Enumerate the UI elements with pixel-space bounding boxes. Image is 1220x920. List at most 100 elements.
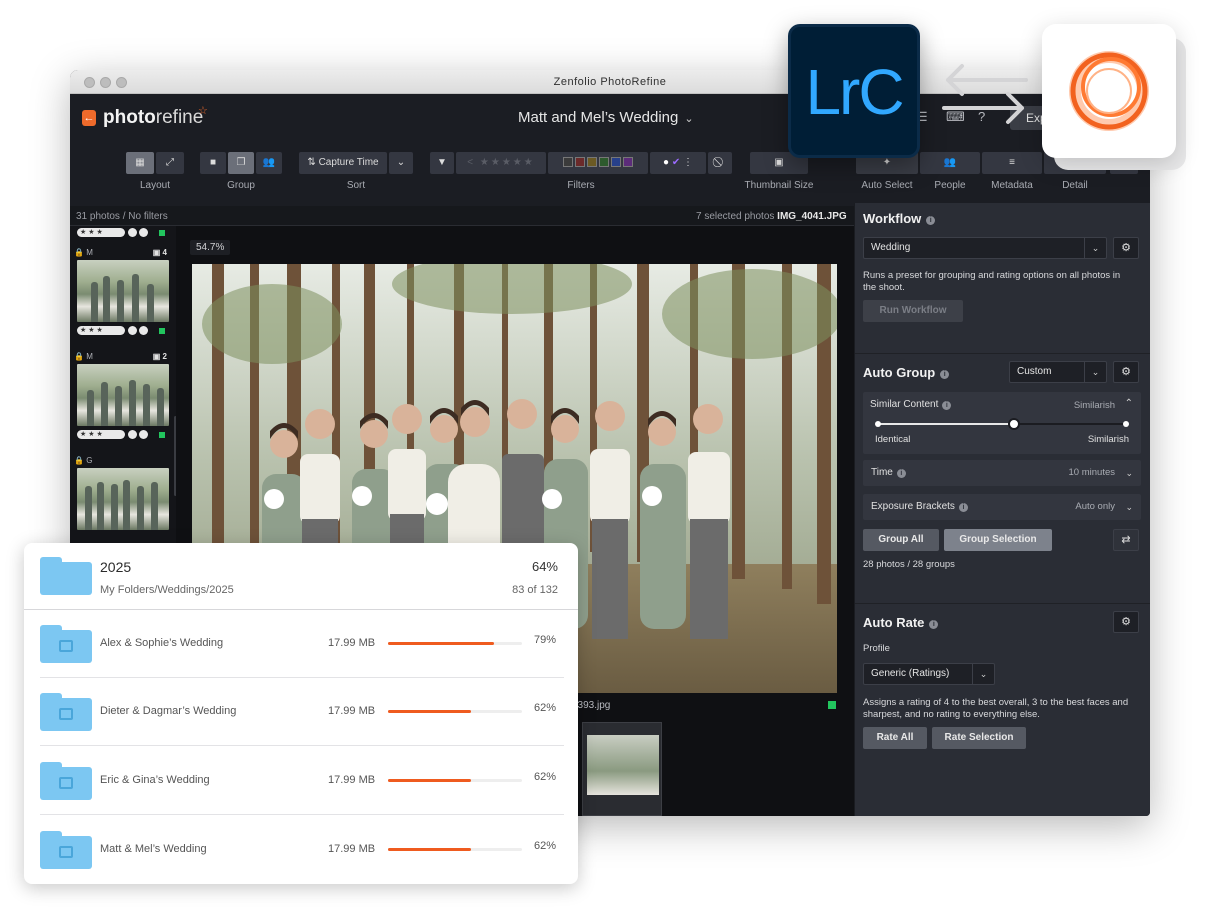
color-label-filter[interactable] (548, 152, 648, 174)
flag-dot[interactable] (139, 430, 148, 439)
progress-bar (388, 642, 522, 645)
shoot-selector[interactable]: Matt and Mel’s Wedding ⌄ (518, 109, 694, 126)
chevron-down-icon: ⌄ (972, 664, 994, 684)
folder-size: 17.99 MB (328, 637, 376, 649)
flag-dot[interactable] (139, 326, 148, 335)
list-item[interactable]: Alex & Sophie’s Wedding 17.99 MB 79% (24, 610, 578, 678)
viewer-thumbnail[interactable] (582, 722, 662, 816)
group-stack-button[interactable]: ❐ (228, 152, 254, 174)
list-item[interactable]: Matt & Mel’s Wedding 17.99 MB 62% (24, 816, 578, 884)
sort-select[interactable]: ⇅ Capture Time (299, 152, 387, 174)
grid-icon: ▦ (135, 157, 145, 168)
progress-percent: 62% (534, 771, 557, 783)
group-single-button[interactable]: ■ (200, 152, 226, 174)
slider-min-dot (875, 421, 881, 427)
swatch-blue[interactable] (611, 157, 621, 168)
lock-icon: 🔒 (74, 248, 84, 257)
grid-view-button[interactable]: ▦ (126, 152, 154, 174)
chevron-down-icon: ⌄ (396, 157, 406, 168)
group-selection-button[interactable]: Group Selection (944, 529, 1052, 551)
exposure-brackets-row[interactable]: Exposure Brackets i Auto only ⌄ (863, 494, 1141, 520)
similarity-slider-handle[interactable] (1008, 418, 1021, 430)
star-filter[interactable]: < ★★★★★ (456, 152, 546, 174)
info-icon[interactable]: i (929, 620, 939, 629)
flag-dot[interactable] (128, 326, 137, 335)
film-cell[interactable]: 🔒 M ▣ 4 ★ ★ ★ (74, 246, 171, 338)
info-icon[interactable]: i (940, 370, 950, 379)
info-icon[interactable]: i (942, 401, 952, 410)
group-all-button[interactable]: Group All (863, 529, 939, 551)
workflow-preset-select[interactable]: Wedding ⌄ (863, 237, 1107, 259)
flag-dot[interactable] (128, 228, 137, 237)
thumbnail-image[interactable] (77, 260, 169, 322)
current-filename: IMG_4041.JPG (777, 211, 847, 222)
swatch-green[interactable] (599, 157, 609, 168)
filters-label: Filters (567, 180, 595, 191)
group-people-button[interactable]: 👥 (256, 152, 282, 174)
square-icon: ■ (209, 157, 217, 168)
lock-icon: 🔒 (74, 352, 84, 361)
rating-pill[interactable]: ★ ★ ★ (77, 228, 125, 237)
swatch-red[interactable] (575, 157, 585, 168)
flag-dot[interactable] (128, 430, 137, 439)
film-cell-header: 🔒 M ▣ 4 (74, 246, 171, 260)
workflow-description: Runs a preset for grouping and rating op… (863, 270, 1121, 293)
time-value: 10 minutes (1068, 467, 1115, 478)
swatch-yellow[interactable] (587, 157, 597, 168)
info-icon[interactable]: i (926, 216, 936, 225)
chevron-up-icon[interactable]: ⌃ (1125, 398, 1133, 409)
clear-filter-button[interactable]: ⃠ (708, 152, 732, 174)
zoom-level[interactable]: 54.7% (190, 240, 231, 255)
folder-card-header[interactable]: 2025 My Folders/Weddings/2025 64% 83 of … (24, 543, 578, 610)
rating-pill[interactable]: ★ ★ ★ (77, 430, 125, 439)
folder-icon (40, 557, 92, 595)
selected-count: 7 selected photos (696, 211, 775, 222)
stack-count-value: 4 (162, 248, 167, 257)
thumbnail-image[interactable] (77, 364, 169, 426)
fullscreen-view-button[interactable]: ⤢ (156, 152, 184, 174)
folder-name: Alex & Sophie’s Wedding (100, 637, 224, 649)
film-cell[interactable]: 🔒 G (74, 454, 171, 530)
auto-group-preset-select[interactable]: Custom ⌄ (1009, 361, 1107, 383)
auto-group-settings-button[interactable]: ⚙ (1113, 361, 1139, 383)
sort-dropdown-button[interactable]: ⌄ (389, 152, 413, 174)
exposure-brackets-label: Exposure Brackets (871, 501, 955, 512)
list-icon: ≡ (1009, 157, 1015, 168)
rate-all-button[interactable]: Rate All (863, 727, 927, 749)
similarity-slider-track[interactable] (875, 418, 1129, 430)
tab-people[interactable]: 👥 (920, 152, 980, 174)
workflow-title: Workflow i (863, 211, 1141, 226)
film-cell[interactable]: 🔒 M ▣ 2 ★ ★ ★ (74, 350, 171, 442)
info-icon[interactable]: i (958, 503, 968, 512)
back-arrow-icon[interactable]: ← (82, 110, 96, 126)
film-top-rating: ★ ★ ★ (74, 226, 171, 240)
status-green-square (159, 432, 165, 438)
regroup-button[interactable]: ⇄ (1113, 529, 1139, 551)
lrc-logo-text: LrC (805, 56, 904, 128)
profile-value: Generic (Ratings) (871, 668, 950, 679)
list-item[interactable]: Dieter & Dagmar’s Wedding 17.99 MB 62% (24, 678, 578, 746)
run-workflow-button[interactable]: Run Workflow (863, 300, 963, 322)
chevron-down-icon: ⌄ (1125, 502, 1133, 512)
flag-filter[interactable]: ● ✔ ⋮ (650, 152, 706, 174)
flag-dot[interactable] (139, 228, 148, 237)
rate-selection-button[interactable]: Rate Selection (932, 727, 1026, 749)
profile-select[interactable]: Generic (Ratings) ⌄ (863, 663, 995, 685)
photo-count: 31 photos / No filters (76, 211, 168, 222)
stage: Zenfolio PhotoRefine ← photorefine ☆ Mat… (0, 0, 1220, 920)
folder-progress-card: 2025 My Folders/Weddings/2025 64% 83 of … (24, 543, 578, 884)
image-folder-icon (40, 762, 92, 800)
info-icon[interactable]: i (896, 469, 906, 478)
list-item[interactable]: Eric & Gina’s Wedding 17.99 MB 62% (24, 747, 578, 815)
swatch-gray[interactable] (563, 157, 573, 168)
tab-metadata[interactable]: ≡ (982, 152, 1042, 174)
time-row[interactable]: Time i 10 minutes ⌄ (863, 460, 1141, 486)
workflow-settings-button[interactable]: ⚙ (1113, 237, 1139, 259)
filter-button[interactable]: ▼ (430, 152, 454, 174)
rating-pill[interactable]: ★ ★ ★ (77, 326, 125, 335)
swatch-purple[interactable] (623, 157, 633, 168)
auto-rate-description: Assigns a rating of 4 to the best overal… (863, 697, 1129, 720)
toolbar: ▦ ⤢ Layout ■ ❐ 👥 Group ⇅ Capture Time ⌄ … (70, 144, 1150, 206)
auto-rate-settings-button[interactable]: ⚙ (1113, 611, 1139, 633)
thumbnail-image[interactable] (77, 468, 169, 530)
